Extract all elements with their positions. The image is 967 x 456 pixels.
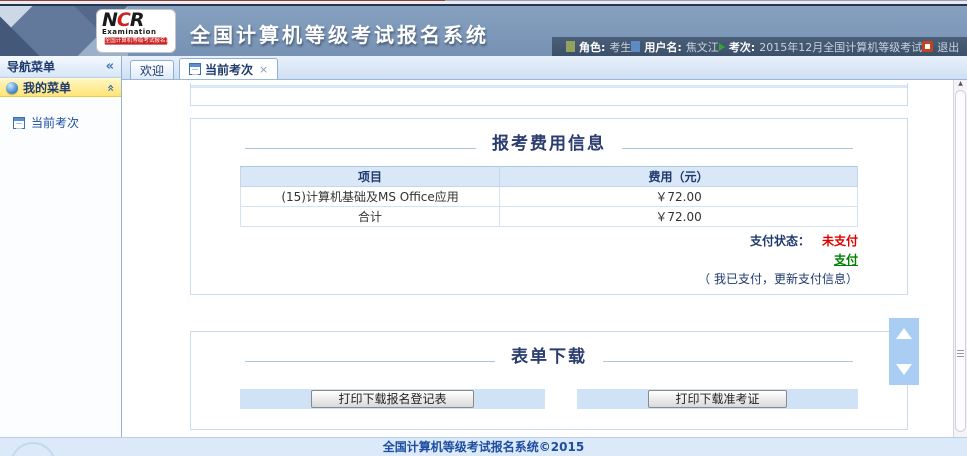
session-value: 2015年12月全国计算机等级考试 xyxy=(759,39,922,55)
fee-total-fee: ￥72.00 xyxy=(500,207,858,227)
sidebar-group-label: 我的菜单 xyxy=(23,79,71,96)
tab-current-session-label: 当前考次 xyxy=(205,61,253,78)
username-status: 用户名: 焦文江 xyxy=(631,39,718,55)
user-person-icon xyxy=(631,41,640,52)
remnant-row-line xyxy=(191,85,907,88)
ncre-logo: NCR Examination 全国计算机等级考试报名系统 xyxy=(96,9,176,53)
page-footer: 全国计算机等级考试报名系统©2015 xyxy=(0,437,967,456)
fee-total-item: 合计 xyxy=(241,207,500,227)
table-row: 合计 ￥72.00 xyxy=(241,207,858,227)
status-bar: 角色: 考生 用户名: 焦文江 考次: 2015年12月全国计算机等级考试 退出 xyxy=(552,37,967,56)
sidebar-collapse-icon[interactable]: « xyxy=(106,59,114,74)
payment-status-label: 支付状态： xyxy=(750,234,810,248)
download-button-band: 打印下载报名登记表 打印下载准考证 xyxy=(240,389,858,409)
logout-icon xyxy=(922,41,933,52)
fee-table: 项目 费用（元） (15)计算机基础及MS Office应用 ￥72.00 合计… xyxy=(240,166,858,227)
tab-current-session[interactable]: 当前考次 × xyxy=(179,58,278,79)
fee-table-header-item: 项目 xyxy=(241,167,500,187)
scroll-down-icon[interactable] xyxy=(896,364,912,375)
tab-welcome-label: 欢迎 xyxy=(140,62,164,79)
role-status: 角色: 考生 xyxy=(566,39,631,55)
globe-icon xyxy=(6,82,18,94)
form-icon xyxy=(189,63,201,75)
print-admission-ticket-button[interactable]: 打印下载准考证 xyxy=(648,390,786,408)
footer-decorative-arc xyxy=(10,442,56,456)
payment-block: 支付状态： 未支付 支付 （ 我已支付，更新支付信息） xyxy=(240,232,858,288)
sidebar-title: 导航菜单 xyxy=(7,58,55,75)
main-content: 报考费用信息 项目 费用（元） (15)计算机基础及MS Office应用 ￥7… xyxy=(122,80,953,437)
username-label: 用户名: xyxy=(644,39,681,55)
logout-button[interactable]: 退出 xyxy=(922,39,959,55)
sidebar-item-current-session[interactable]: 当前考次 xyxy=(13,114,121,131)
role-value: 考生 xyxy=(609,39,631,55)
logo-subtitle: Examination xyxy=(102,29,170,36)
role-label: 角色: xyxy=(579,39,605,55)
sidebar-header: 导航菜单 « xyxy=(0,56,121,78)
scrollbar-up-arrow-icon[interactable]: ▲ xyxy=(954,80,967,88)
tab-welcome[interactable]: 欢迎 xyxy=(130,60,174,79)
fee-row-fee: ￥72.00 xyxy=(500,187,858,207)
fee-section-title: 报考费用信息 xyxy=(245,129,853,154)
tab-bar: 欢迎 当前考次 × xyxy=(122,56,967,80)
page-scroll-widget xyxy=(889,318,919,385)
form-icon xyxy=(13,117,25,129)
sidebar-group-my-menu[interactable]: 我的菜单 « xyxy=(0,78,121,97)
fee-table-header-row: 项目 费用（元） xyxy=(241,167,858,187)
download-section-title-text: 表单下载 xyxy=(495,342,603,367)
logo-ncr-text: NCR xyxy=(102,11,170,29)
role-person-icon xyxy=(566,41,575,52)
payment-status-line: 支付状态： 未支付 xyxy=(240,232,858,250)
group-expand-icon[interactable]: « xyxy=(104,84,118,92)
update-payment-link[interactable]: （ 我已支付，更新支付信息） xyxy=(698,270,858,288)
scrollbar-thumb[interactable] xyxy=(955,90,966,432)
pay-link[interactable]: 支付 xyxy=(834,251,858,269)
fee-table-header-fee: 费用（元） xyxy=(500,167,858,187)
print-registration-form-button[interactable]: 打印下载报名登记表 xyxy=(311,390,473,408)
fee-section-title-text: 报考费用信息 xyxy=(476,129,622,154)
session-status: 考次: 2015年12月全国计算机等级考试 xyxy=(719,39,922,55)
tab-close-icon[interactable]: × xyxy=(259,63,268,76)
session-label: 考次: xyxy=(729,39,755,55)
previous-section-remnant xyxy=(190,83,908,106)
username-value: 焦文江 xyxy=(686,39,719,55)
scroll-up-icon[interactable] xyxy=(896,328,912,339)
logo-strip-text: 全国计算机等级考试报名系统 xyxy=(105,37,168,44)
footer-text: 全国计算机等级考试报名系统©2015 xyxy=(383,440,584,454)
scrollbar-grip-icon xyxy=(957,350,964,357)
vertical-scrollbar[interactable]: ▲ xyxy=(953,80,967,437)
logout-label: 退出 xyxy=(937,39,959,55)
payment-status-badge: 未支付 xyxy=(822,234,858,248)
navigation-sidebar: 导航菜单 « 我的菜单 « 当前考次 xyxy=(0,56,122,437)
play-icon xyxy=(719,43,725,51)
download-section-title: 表单下载 xyxy=(245,342,853,367)
form-download-section: 表单下载 打印下载报名登记表 打印下载准考证 xyxy=(190,331,908,430)
fee-info-section: 报考费用信息 项目 费用（元） (15)计算机基础及MS Office应用 ￥7… xyxy=(190,118,908,295)
fee-row-item: (15)计算机基础及MS Office应用 xyxy=(241,187,500,207)
sidebar-item-label: 当前考次 xyxy=(31,114,79,131)
table-row: (15)计算机基础及MS Office应用 ￥72.00 xyxy=(241,187,858,207)
page-title: 全国计算机等级考试报名系统 xyxy=(190,19,489,48)
